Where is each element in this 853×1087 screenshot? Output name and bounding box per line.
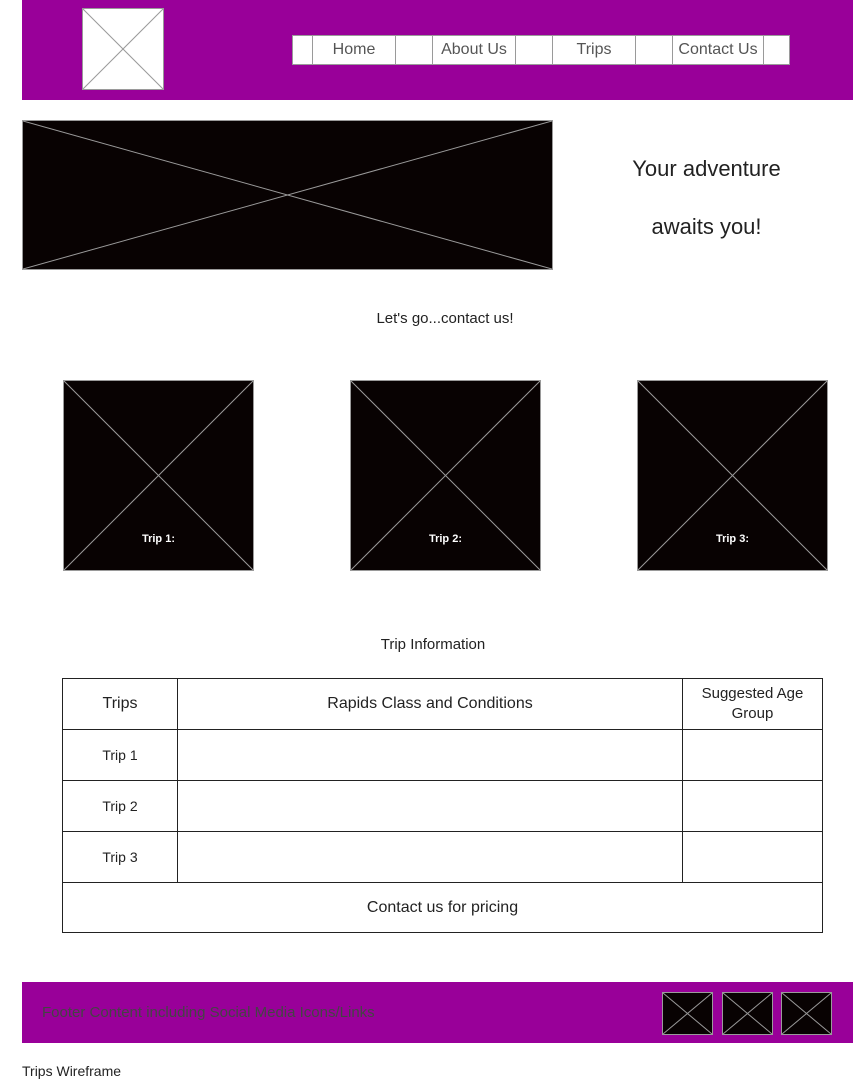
table-cell-rapids	[177, 831, 683, 883]
table-cell-trip: Trip 3	[62, 831, 178, 883]
social-icon[interactable]	[781, 992, 832, 1035]
nav-trips[interactable]: Trips	[552, 36, 636, 64]
hero-tagline-line-1: Your adventure	[632, 156, 781, 181]
trip-info-title: Trip Information	[380, 636, 486, 653]
table-cell-trip: Trip 2	[62, 780, 178, 832]
social-icon[interactable]	[722, 992, 773, 1035]
table-cell-age	[682, 780, 823, 832]
image-placeholder-icon	[663, 993, 712, 1034]
table-cell-trip: Trip 1	[62, 729, 178, 781]
nav-home[interactable]: Home	[312, 36, 396, 64]
trip-card-label: Trip 1:	[141, 533, 175, 545]
image-placeholder-icon	[723, 993, 772, 1034]
social-icon[interactable]	[662, 992, 713, 1035]
trip-card-label: Trip 3:	[715, 533, 749, 545]
image-placeholder-icon	[23, 121, 552, 269]
table-row: Trip 3	[62, 831, 823, 883]
contact-cta[interactable]: Let's go...contact us!	[300, 310, 590, 327]
pricing-note: Contact us for pricing	[62, 882, 823, 933]
hero-image-placeholder	[22, 120, 553, 270]
table-cell-rapids	[177, 780, 683, 832]
footer-text: Footer Content including Social Media Ic…	[42, 1004, 375, 1021]
trip-info-table: Trips Rapids Class and Conditions Sugges…	[62, 678, 823, 933]
nav-contact-us[interactable]: Contact Us	[672, 36, 764, 64]
table-header-cell: Suggested Age Group	[682, 678, 823, 730]
image-placeholder-icon	[782, 993, 831, 1034]
trip-card-3[interactable]: Trip 3:	[637, 380, 828, 571]
table-row: Trip 1	[62, 729, 823, 781]
trip-card-label: Trip 2:	[428, 533, 462, 545]
hero-tagline: Your adventure awaits you!	[600, 140, 813, 256]
table-cell-rapids	[177, 729, 683, 781]
table-cell-age	[682, 729, 823, 781]
wireframe-caption: Trips Wireframe	[22, 1063, 122, 1079]
trip-card-2[interactable]: Trip 2:	[350, 380, 541, 571]
hero-tagline-line-2: awaits you!	[651, 214, 762, 239]
table-footer-row: Contact us for pricing	[62, 882, 823, 933]
trip-card-1[interactable]: Trip 1:	[63, 380, 254, 571]
table-header-cell: Trips	[62, 678, 178, 730]
table-header-row: Trips Rapids Class and Conditions Sugges…	[62, 678, 823, 730]
nav-about-us[interactable]: About Us	[432, 36, 516, 64]
table-header-cell: Rapids Class and Conditions	[177, 678, 683, 730]
image-placeholder-icon	[83, 9, 163, 89]
table-cell-age	[682, 831, 823, 883]
main-nav: Home About Us Trips Contact Us	[292, 35, 790, 65]
table-row: Trip 2	[62, 780, 823, 832]
logo-placeholder[interactable]	[82, 8, 164, 90]
